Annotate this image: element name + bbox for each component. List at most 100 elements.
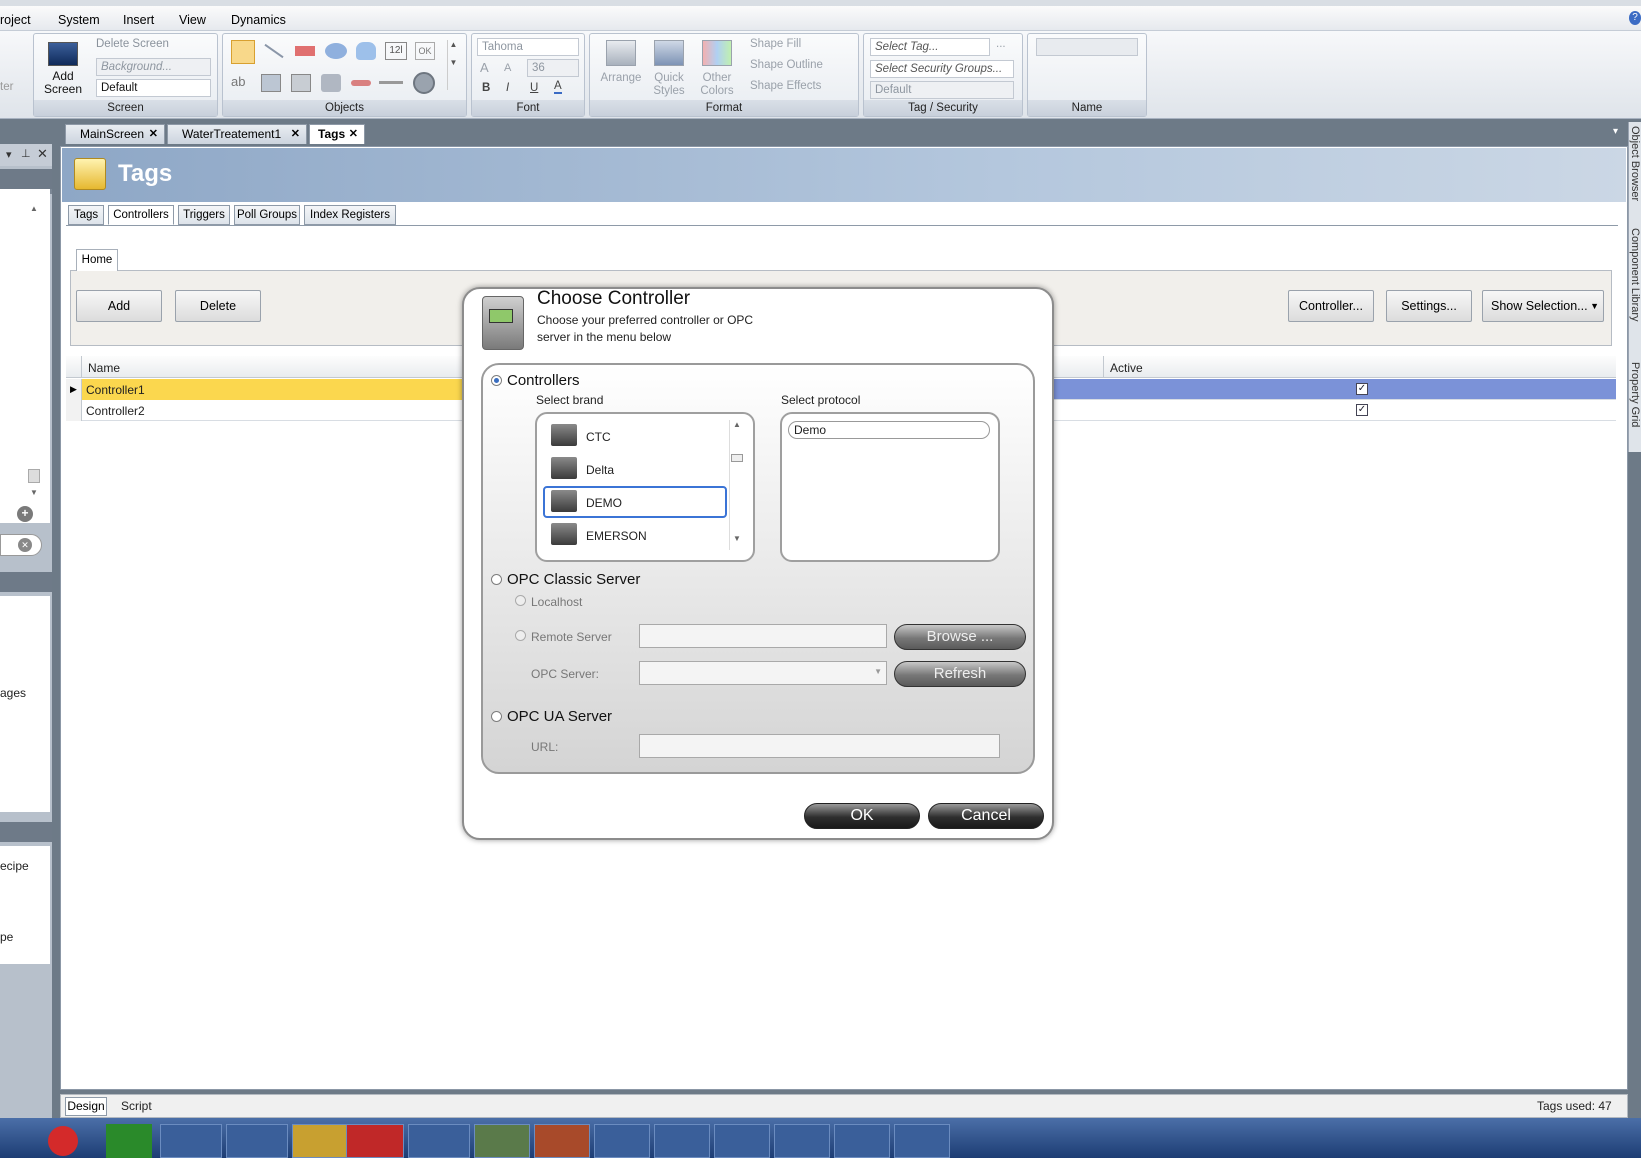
settings-button[interactable]: Settings... <box>1386 290 1472 322</box>
brand-item[interactable]: EMERSON <box>586 529 647 543</box>
taskbar-app-icon[interactable] <box>774 1124 830 1158</box>
slider-icon[interactable] <box>379 81 403 84</box>
taskbar-app-icon[interactable] <box>894 1124 950 1158</box>
taskbar-app-icon[interactable] <box>48 1126 78 1156</box>
tab-list-icon[interactable]: ▾ <box>1613 126 1618 137</box>
numeric-icon[interactable]: 12l <box>385 42 407 60</box>
controllers-radio[interactable] <box>491 375 502 386</box>
scroll-down-icon[interactable]: ▼ <box>30 488 38 497</box>
tag-browse-icon[interactable]: ... <box>996 38 1006 50</box>
controller-button[interactable]: Controller... <box>1288 290 1374 322</box>
tab-mainscreen[interactable]: MainScreen ✕ <box>65 124 165 144</box>
menu-insert[interactable]: Insert <box>123 13 154 27</box>
clear-search-icon[interactable]: ✕ <box>18 538 32 552</box>
quick-styles-button[interactable]: Quick Styles <box>646 72 692 98</box>
pin-icon[interactable]: ⊥ <box>21 147 31 160</box>
delete-screen-button[interactable]: Delete Screen <box>96 38 169 50</box>
home-tab[interactable]: Home <box>76 249 118 271</box>
subtab-triggers[interactable]: Triggers <box>178 205 230 225</box>
scroll-up-icon[interactable]: ▲ <box>733 420 741 429</box>
select-tag-select[interactable]: Select Tag... <box>870 38 990 56</box>
bold-icon[interactable]: B <box>482 82 490 94</box>
security-default-select[interactable]: Default <box>870 81 1014 99</box>
subtab-poll-groups[interactable]: Poll Groups <box>234 205 300 225</box>
tab-tags[interactable]: Tags ✕ <box>309 124 365 144</box>
underline-icon[interactable]: U <box>530 82 538 94</box>
bar-icon[interactable] <box>351 80 371 86</box>
taskbar-app-icon[interactable] <box>534 1124 590 1158</box>
column-divider[interactable] <box>1103 356 1104 378</box>
screen-default-select[interactable]: Default <box>96 79 211 97</box>
taskbar-app-icon[interactable] <box>106 1124 152 1158</box>
script-tab[interactable]: Script <box>121 1099 152 1113</box>
brand-item[interactable]: Delta <box>586 463 614 477</box>
pane-scrollbar-thumb[interactable] <box>28 469 40 483</box>
url-input[interactable] <box>639 734 1000 758</box>
tab-watertreatement1[interactable]: WaterTreatement1 ✕ <box>167 124 307 144</box>
delete-button[interactable]: Delete <box>175 290 261 322</box>
show-selection-button[interactable]: Show Selection... ▼ <box>1482 290 1604 322</box>
ok-button-icon[interactable]: OK <box>415 42 435 60</box>
taskbar-app-icon[interactable] <box>292 1124 354 1158</box>
ellipse-icon[interactable] <box>325 43 347 59</box>
name-field[interactable] <box>1036 38 1138 56</box>
gallery-scroll[interactable]: ▲ ▼ <box>447 40 459 90</box>
pane-item-text[interactable]: ages <box>0 686 26 700</box>
frame-icon[interactable] <box>291 74 311 92</box>
italic-icon[interactable]: I <box>506 82 509 94</box>
taskbar-app-icon[interactable] <box>160 1124 222 1158</box>
taskbar-app-icon[interactable] <box>474 1124 530 1158</box>
subtab-index-registers[interactable]: Index Registers <box>304 205 396 225</box>
taskbar-app-icon[interactable] <box>654 1124 710 1158</box>
menu-system[interactable]: System <box>58 13 100 27</box>
opc-server-select[interactable]: ▼ <box>639 661 887 685</box>
add-icon[interactable]: + <box>17 506 33 522</box>
font-family-select[interactable]: Tahoma <box>477 38 579 56</box>
opc-ua-radio[interactable] <box>491 711 502 722</box>
taskbar-app-icon[interactable] <box>594 1124 650 1158</box>
opc-classic-radio[interactable] <box>491 574 502 585</box>
scroll-down-icon[interactable]: ▼ <box>733 534 741 543</box>
select-security-select[interactable]: Select Security Groups... <box>870 60 1014 78</box>
polygon-icon[interactable] <box>356 42 376 60</box>
other-colors-button[interactable]: Other Colors <box>694 72 740 98</box>
pointer-icon[interactable] <box>231 40 255 64</box>
shape-fill-button[interactable]: Shape Fill <box>750 38 801 50</box>
brand-scrollbar[interactable]: ▲ ▼ <box>729 420 743 550</box>
component-library-tab[interactable]: Component Library <box>1629 228 1641 322</box>
line-icon[interactable] <box>264 43 284 59</box>
remote-server-input[interactable] <box>639 624 887 648</box>
font-color-icon[interactable]: A <box>554 80 562 94</box>
ok-button[interactable]: OK <box>804 803 920 829</box>
subtab-controllers[interactable]: Controllers <box>108 205 174 225</box>
brand-item[interactable]: DEMO <box>586 496 622 510</box>
scroll-thumb[interactable] <box>731 454 743 462</box>
scroll-up-icon[interactable]: ▲ <box>30 204 38 213</box>
object-browser-tab[interactable]: Object Browser <box>1629 126 1641 201</box>
taskbar-app-icon[interactable] <box>714 1124 770 1158</box>
menu-dynamics[interactable]: Dynamics <box>231 13 286 27</box>
close-pane-icon[interactable]: ✕ <box>37 146 48 162</box>
gauge-icon[interactable] <box>413 72 435 94</box>
cancel-button[interactable]: Cancel <box>928 803 1044 829</box>
pane-item-text[interactable]: pe <box>0 930 13 944</box>
row-selector-icon[interactable]: ▶ <box>66 379 82 400</box>
localhost-radio[interactable] <box>515 595 526 606</box>
font-grow-icon[interactable]: A <box>480 60 489 75</box>
menu-project[interactable]: roject <box>0 13 31 27</box>
pane-dropdown-icon[interactable]: ▾ <box>6 148 12 161</box>
taskbar-app-icon[interactable] <box>346 1124 404 1158</box>
property-grid-tab[interactable]: Property Grid <box>1629 362 1641 427</box>
pane-item-text[interactable]: ecipe <box>0 859 29 873</box>
arrange-button[interactable]: Arrange <box>598 72 644 84</box>
column-name[interactable]: Name <box>88 361 120 375</box>
menu-view[interactable]: View <box>179 13 206 27</box>
taskbar-app-icon[interactable] <box>226 1124 288 1158</box>
column-active[interactable]: Active <box>1110 361 1143 375</box>
subtab-tags[interactable]: Tags <box>68 205 104 225</box>
add-button[interactable]: Add <box>76 290 162 322</box>
browse-button[interactable]: Browse ... <box>894 624 1026 650</box>
close-tab-icon[interactable]: ✕ <box>349 125 358 143</box>
shape-effects-button[interactable]: Shape Effects <box>750 80 821 92</box>
taskbar-app-icon[interactable] <box>834 1124 890 1158</box>
